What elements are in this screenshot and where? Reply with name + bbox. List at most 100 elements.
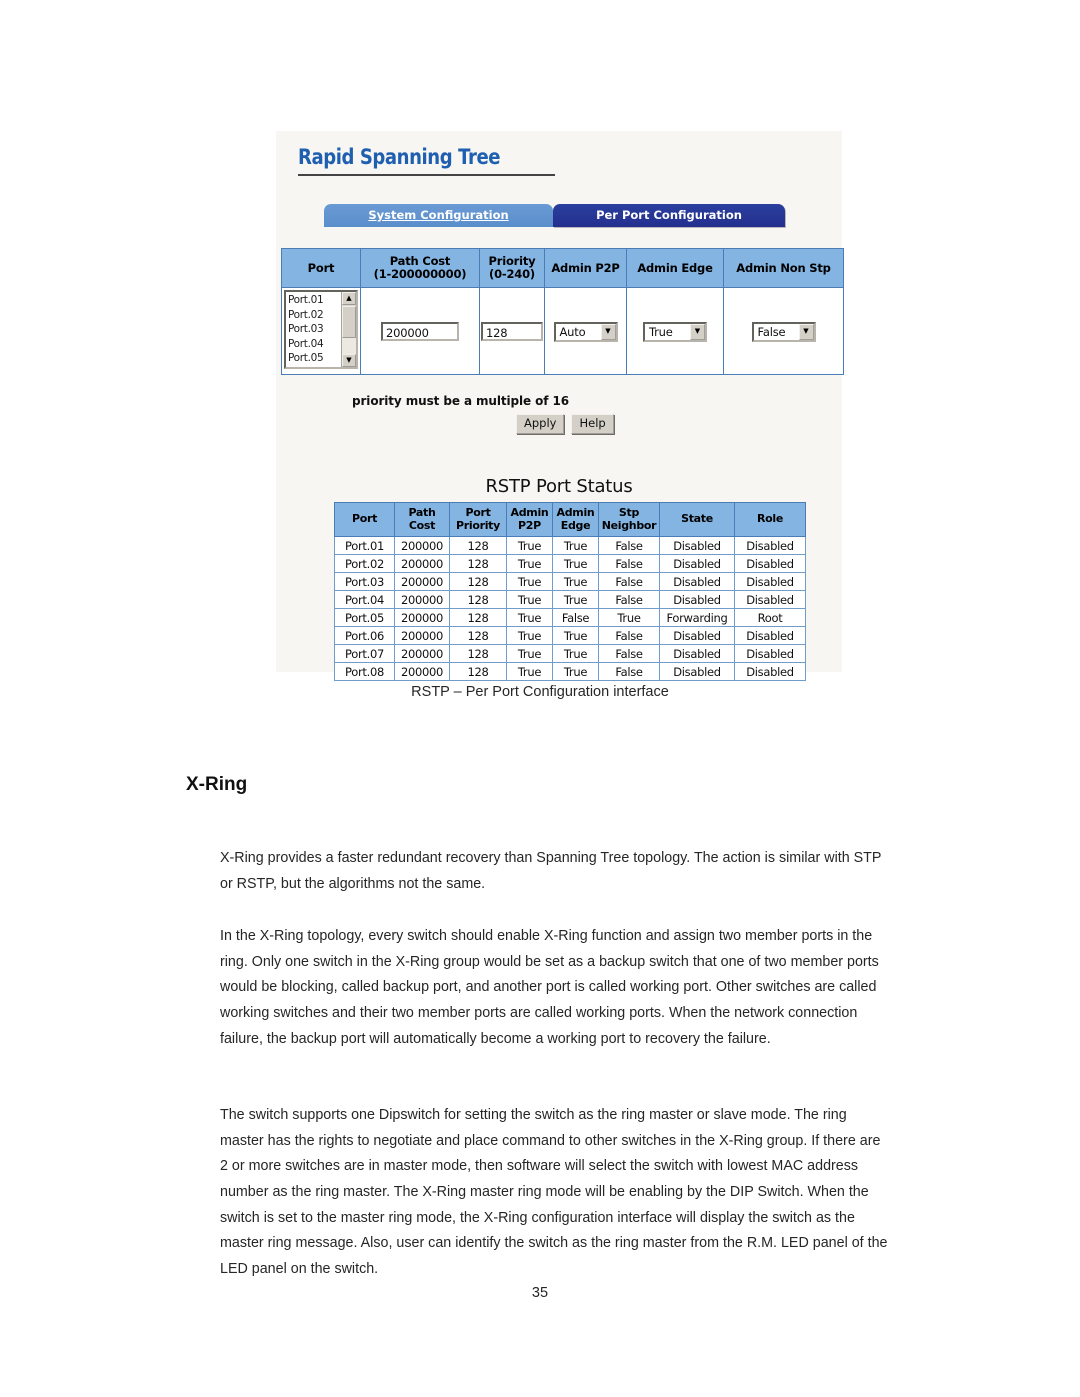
table-row: Port.08 200000 128 True True False Disabled Dis… (334, 662, 806, 681)
page-title: Rapid Spanning Tree (298, 145, 501, 169)
table-cell: 200000 (394, 554, 450, 573)
status-col-port-priority-l2: Priority (455, 518, 501, 532)
table-cell: 128 (449, 626, 507, 645)
table-cell: 200000 (394, 644, 450, 663)
table-cell: Root (734, 608, 806, 627)
status-col-stp-neighbor-l1: Stp (618, 506, 640, 520)
help-button[interactable]: Help (571, 414, 614, 434)
priority-hint-text: priority must be a multiple of 16 (352, 394, 569, 408)
table-cell: Disabled (659, 662, 735, 681)
table-cell: 128 (449, 608, 507, 627)
table-row: Port.06 200000 128 True True False Disabled Dis… (334, 626, 806, 645)
admin-edge-select[interactable]: True ▼ (643, 321, 707, 342)
table-cell: True (506, 662, 553, 681)
table-cell: 128 (449, 536, 507, 555)
table-cell: 128 (449, 662, 507, 681)
table-cell: Disabled (734, 626, 806, 645)
admin-p2p-cell: Auto ▼ (544, 287, 627, 375)
status-col-path-cost-l2: Cost (408, 518, 436, 532)
table-cell: Disabled (734, 644, 806, 663)
admin-non-stp-cell: False ▼ (723, 287, 844, 375)
scrollbar-thumb[interactable] (342, 306, 356, 338)
table-cell: Disabled (659, 536, 735, 555)
table-row: Port.05 200000 128 True False True Forwarding R… (334, 608, 806, 627)
col-header-admin-edge: Admin Edge (626, 248, 724, 288)
table-cell: 200000 (394, 608, 450, 627)
table-row: Port.03 200000 128 True True False Disabled Dis… (334, 572, 806, 591)
chevron-down-icon[interactable]: ▼ (690, 323, 705, 340)
col-header-priority: Priority (0-240) (479, 248, 545, 288)
table-cell: Disabled (659, 590, 735, 609)
apply-button[interactable]: Apply (516, 414, 565, 434)
status-header-row: Port Path Cost Port Priority Admin P2P A… (334, 502, 806, 537)
admin-edge-cell: True ▼ (626, 287, 724, 375)
embedded-screenshot-figure: Rapid Spanning Tree System Configuration… (276, 131, 844, 681)
rstp-port-status-table: Port Path Cost Port Priority Admin P2P A… (334, 502, 806, 681)
scrollbar-track[interactable] (342, 338, 356, 354)
table-cell: Port.01 (334, 536, 395, 555)
status-col-port-priority: Port Priority (449, 502, 507, 537)
table-cell: True (552, 536, 599, 555)
table-cell: False (552, 608, 599, 627)
table-header-row: Port Path Cost (1-200000000) Priority (0… (281, 248, 844, 288)
status-col-admin-edge-l2: Edge (560, 518, 591, 532)
per-port-configuration-table: Port Path Cost (1-200000000) Priority (0… (281, 248, 844, 375)
table-cell: True (552, 554, 599, 573)
table-row: Port.02 200000 128 True True False Disabled Dis… (334, 554, 806, 573)
port-list-select[interactable]: Port.01 Port.02 Port.03 Port.04 Port.05 … (284, 290, 358, 369)
port-list-option[interactable]: Port.05 (288, 351, 341, 366)
port-list-option[interactable]: Port.04 (288, 337, 341, 352)
col-header-priority-line2: (0-240) (489, 267, 535, 281)
table-cell: Port.03 (334, 572, 395, 591)
table-cell: False (598, 572, 660, 591)
port-list-scrollbar[interactable]: ▲ ▼ (341, 292, 356, 367)
table-cell: False (598, 626, 660, 645)
table-cell: 200000 (394, 590, 450, 609)
table-cell: False (598, 536, 660, 555)
table-cell: Disabled (659, 626, 735, 645)
col-header-port: Port (281, 248, 361, 288)
scroll-down-arrow-icon[interactable]: ▼ (342, 354, 356, 367)
table-cell: True (552, 644, 599, 663)
table-cell: True (598, 608, 660, 627)
priority-cell: 128 (479, 287, 545, 375)
port-list-option[interactable]: Port.03 (288, 322, 341, 337)
status-col-stp-neighbor-l2: Neighbor (601, 518, 657, 532)
table-cell: Port.08 (334, 662, 395, 681)
tab-per-port-configuration[interactable]: Per Port Configuration (553, 204, 785, 227)
scroll-up-arrow-icon[interactable]: ▲ (342, 292, 356, 305)
rstp-port-status-title: RSTP Port Status (485, 476, 633, 497)
form-button-row: Apply Help (516, 414, 614, 434)
status-col-admin-p2p: Admin P2P (506, 502, 553, 537)
table-cell: Disabled (734, 590, 806, 609)
admin-non-stp-select[interactable]: False ▼ (751, 321, 816, 342)
chevron-down-icon[interactable]: ▼ (600, 323, 616, 340)
admin-p2p-select[interactable]: Auto ▼ (553, 321, 618, 342)
tab-system-configuration[interactable]: System Configuration (324, 204, 553, 227)
tab-bar: System Configuration Per Port Configurat… (324, 204, 785, 227)
table-cell: True (552, 626, 599, 645)
col-header-path-cost-line2: (1-200000000) (373, 267, 467, 281)
port-list-option[interactable]: Port.02 (288, 308, 341, 323)
table-cell: Port.05 (334, 608, 395, 627)
admin-non-stp-value: False (757, 324, 786, 339)
table-cell: Disabled (734, 572, 806, 591)
chevron-down-icon[interactable]: ▼ (798, 323, 814, 340)
table-cell: Disabled (734, 554, 806, 573)
table-cell: Disabled (659, 554, 735, 573)
table-cell: True (506, 590, 553, 609)
port-list-items[interactable]: Port.01 Port.02 Port.03 Port.04 Port.05 (286, 292, 341, 367)
table-cell: 200000 (394, 572, 450, 591)
table-cell: False (598, 554, 660, 573)
priority-input[interactable]: 128 (481, 321, 543, 341)
table-cell: 128 (449, 590, 507, 609)
port-list-option[interactable]: Port.01 (288, 293, 341, 308)
path-cost-input[interactable]: 200000 (381, 321, 459, 341)
status-col-stp-neighbor: Stp Neighbor (598, 502, 660, 537)
status-col-port: Port (334, 502, 395, 537)
table-cell: Disabled (659, 572, 735, 591)
table-row: Port.01 200000 128 True True False Disabled Dis… (334, 536, 806, 555)
body-paragraph-1: X-Ring provides a faster redundant recov… (220, 850, 882, 892)
col-header-admin-p2p: Admin P2P (544, 248, 627, 288)
status-col-role: Role (734, 502, 806, 537)
